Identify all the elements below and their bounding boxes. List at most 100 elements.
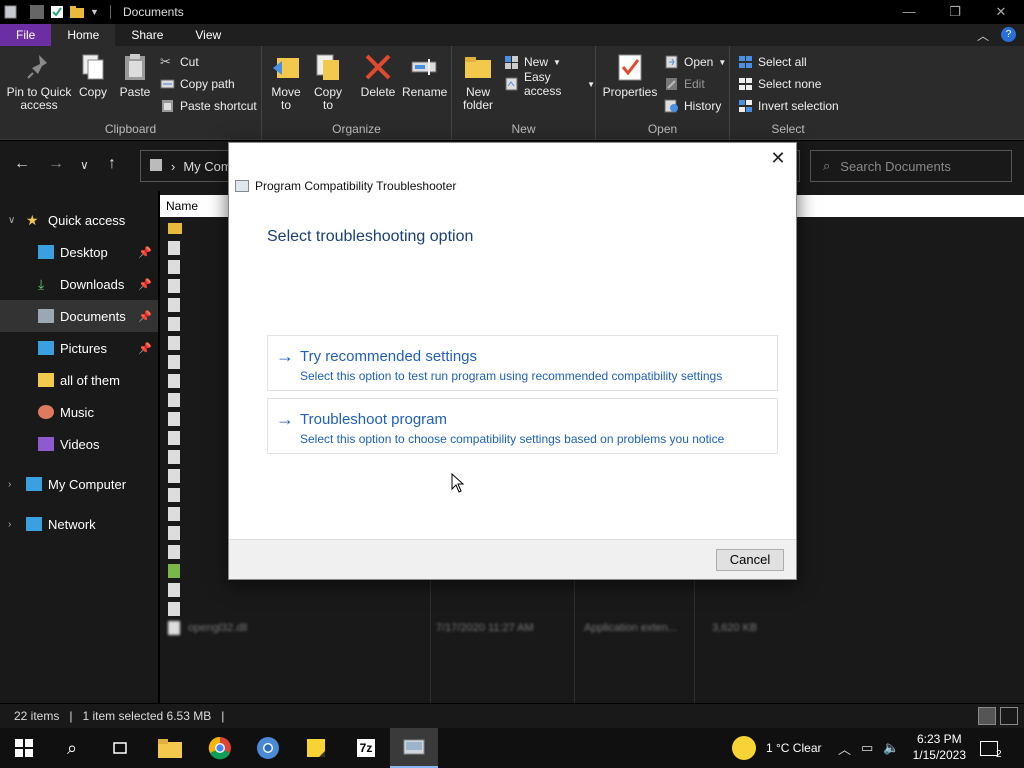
list-item[interactable] [168,390,180,409]
list-item[interactable] [168,276,180,295]
computer-icon [26,477,42,491]
close-icon[interactable]: ✕ [768,148,788,168]
cut-button[interactable]: ✂ Cut [160,52,199,72]
easy-access-button[interactable]: Easy access ▼ [504,70,595,98]
list-item[interactable] [168,257,180,276]
new-item-button[interactable]: New ▼ [504,52,561,72]
forward-arrow-icon[interactable]: → [48,155,64,173]
breadcrumb-path[interactable]: My Com [183,159,231,174]
nav-item-all-of-them[interactable]: all of them [0,364,158,396]
expand-chevron-icon[interactable]: ∨ [8,215,20,226]
recent-locations-chevron-icon[interactable]: ∨ [80,158,89,172]
tab-file[interactable]: File [0,24,52,46]
table-row[interactable]: opengl32.dll 7/17/2020 11:27 AM Applicat… [168,618,757,637]
expand-chevron-icon[interactable]: › [8,519,20,530]
list-item[interactable] [168,542,180,561]
list-item[interactable] [168,447,180,466]
taskbar-chrome-profile[interactable] [244,728,292,768]
tab-home[interactable]: Home [51,24,116,46]
list-item[interactable] [168,238,180,257]
list-item[interactable] [168,371,180,390]
list-item[interactable] [168,580,180,599]
show-hidden-icons-chevron-icon[interactable]: ︿ [838,739,851,758]
pin-icon[interactable]: 📌 [138,310,152,323]
select-all-button[interactable]: Select all [738,52,807,72]
cancel-button[interactable]: Cancel [716,549,784,571]
taskbar-chrome[interactable] [196,728,244,768]
list-item[interactable] [168,333,180,352]
nav-network[interactable]: › Network [0,508,158,540]
up-arrow-icon[interactable]: ↑ [108,155,116,173]
edit-button[interactable]: Edit [664,74,705,94]
nav-item-pictures[interactable]: Pictures 📌 [0,332,158,364]
expand-chevron-icon[interactable]: › [8,479,20,490]
invert-selection-button[interactable]: Invert selection [738,96,839,116]
search-box[interactable]: ⌕ Search Documents [810,150,1012,182]
minimize-button[interactable]: — [886,0,932,24]
new-folder-quick-icon[interactable] [70,5,84,19]
troubleshoot-program-option[interactable]: → Troubleshoot program Select this optio… [267,398,778,454]
network-status-icon[interactable]: ▭ [861,740,873,756]
pin-icon[interactable]: 📌 [138,342,152,355]
nav-quick-access[interactable]: ∨ ★ Quick access [0,204,158,236]
list-item[interactable] [168,466,180,485]
nav-item-downloads[interactable]: ⤓ Downloads 📌 [0,268,158,300]
customize-dropdown-icon[interactable]: ▼ [90,5,104,19]
list-item[interactable] [168,352,180,371]
list-item[interactable] [168,485,180,504]
volume-icon[interactable]: 🔈 [883,740,899,756]
nav-item-documents[interactable]: Documents 📌 [0,300,158,332]
taskbar-troubleshooter[interactable] [390,728,438,768]
taskbar-7zip[interactable]: 7z [342,728,390,768]
list-item[interactable] [168,561,180,580]
column-name-header[interactable]: Name [166,199,198,213]
open-button[interactable]: Open ▼ [664,52,726,72]
list-item[interactable] [168,314,180,333]
list-item[interactable] [168,428,180,447]
nav-item-videos[interactable]: Videos [0,428,158,460]
clock[interactable]: 6:23 PM 1/15/2023 [913,731,966,763]
properties-quick-icon[interactable] [50,5,64,19]
maximize-button[interactable]: ❐ [932,0,978,24]
copy-button[interactable]: Copy [76,52,110,99]
weather-widget[interactable]: 1 °C Clear [732,728,821,768]
pin-quick-access-button[interactable]: Pin to Quick access [6,52,72,112]
copy-to-button[interactable]: Copy to [310,52,346,112]
back-arrow-icon[interactable]: ← [14,155,30,173]
start-button[interactable] [0,728,48,768]
nav-item-music[interactable]: Music [0,396,158,428]
taskbar-file-explorer[interactable] [146,728,194,768]
details-view-icon[interactable] [978,707,996,725]
list-item[interactable] [168,295,180,314]
search-taskbar-button[interactable]: ⌕ [48,728,96,768]
close-window-button[interactable]: ✕ [978,0,1024,24]
notifications-button[interactable]: 2 [980,728,1002,768]
nav-my-computer[interactable]: › My Computer [0,468,158,500]
pin-icon[interactable]: 📌 [138,246,152,259]
copy-path-button[interactable]: Copy path [160,74,235,94]
help-icon[interactable]: ? [1001,27,1016,42]
select-none-button[interactable]: Select none [738,74,821,94]
move-to-button[interactable]: Move to [268,52,304,112]
tab-share[interactable]: Share [115,24,179,46]
paste-button[interactable]: Paste [118,52,152,99]
task-view-button[interactable] [96,728,144,768]
delete-button[interactable]: Delete [360,52,396,99]
pin-icon[interactable]: 📌 [138,278,152,291]
nav-item-desktop[interactable]: Desktop 📌 [0,236,158,268]
list-item[interactable] [168,599,180,618]
tab-view[interactable]: View [179,24,237,46]
try-recommended-settings-option[interactable]: → Try recommended settings Select this o… [267,335,778,391]
properties-button[interactable]: Properties [602,52,658,99]
taskbar-sticky-notes[interactable] [292,728,340,768]
list-item[interactable] [168,504,180,523]
collapse-ribbon-icon[interactable]: ︿ [977,27,989,44]
list-item[interactable] [168,219,182,238]
large-icons-view-icon[interactable] [1000,707,1018,725]
history-button[interactable]: History [664,96,721,116]
rename-button[interactable]: Rename [402,52,447,99]
paste-shortcut-button[interactable]: Paste shortcut [160,96,257,116]
new-folder-button[interactable]: New folder [458,52,498,112]
list-item[interactable] [168,523,180,542]
list-item[interactable] [168,409,180,428]
